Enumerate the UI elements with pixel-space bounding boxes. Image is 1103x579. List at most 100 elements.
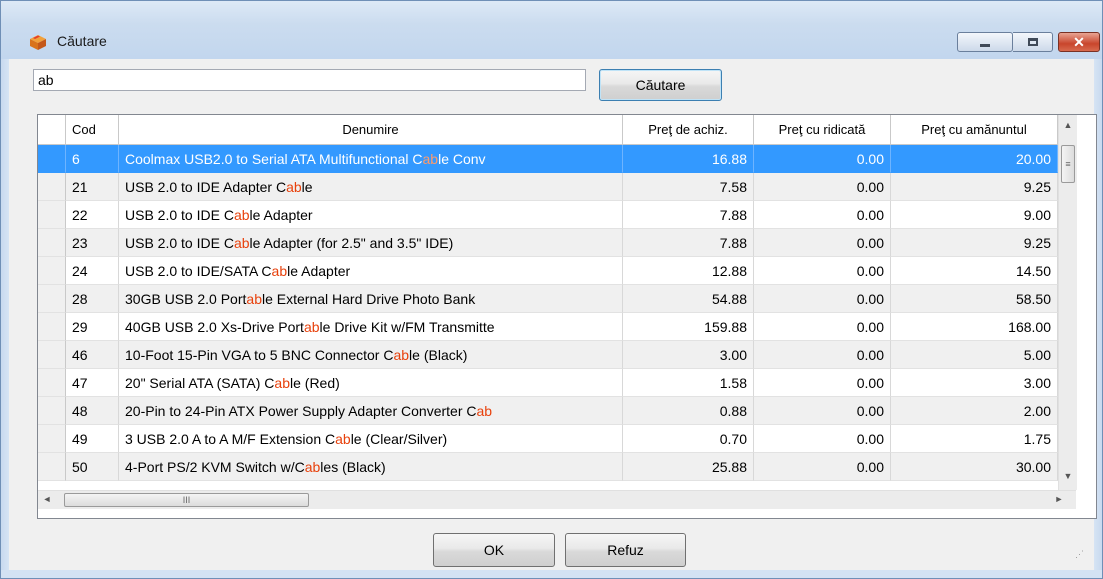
cell-pret-achizitie: 0.70 — [623, 425, 754, 453]
row-indicator[interactable] — [38, 201, 66, 229]
ok-button[interactable]: OK — [433, 533, 555, 567]
table-row[interactable]: 22 USB 2.0 to IDE Cable Adapter 7.88 0.00 9.… — [38, 201, 1058, 229]
name-segment: le — [301, 179, 313, 195]
cell-pret-achizitie: 54.88 — [623, 285, 754, 313]
maximize-button[interactable] — [1013, 32, 1053, 52]
table-row[interactable]: 29 40GB USB 2.0 Xs-Drive Portable Drive K… — [38, 313, 1058, 341]
search-input[interactable] — [33, 69, 586, 91]
horizontal-scrollbar[interactable]: ◄ III ► — [38, 490, 1076, 509]
row-indicator[interactable] — [38, 369, 66, 397]
vertical-scrollbar[interactable]: ▲ ≡ ▼ — [1058, 115, 1077, 490]
table-row[interactable]: 49 3 USB 2.0 A to A M/F Extension Cable (… — [38, 425, 1058, 453]
column-header-denumire[interactable]: Denumire — [119, 115, 623, 144]
scroll-grip-icon: ≡ — [1065, 159, 1071, 169]
cell-denumire: USB 2.0 to IDE Adapter Cable — [119, 173, 623, 201]
scroll-left-icon[interactable]: ◄ — [40, 494, 54, 504]
cell-pret-amanunt: 1.75 — [891, 425, 1058, 453]
name-segment: le (Clear/Silver) — [350, 431, 448, 447]
window-title: Căutare — [57, 33, 107, 49]
cell-denumire: 4-Port PS/2 KVM Switch w/Cables (Black) — [119, 453, 623, 481]
match-highlight: ab — [393, 347, 410, 363]
table-row[interactable]: 47 20" Serial ATA (SATA) Cable (Red) 1.58 0… — [38, 369, 1058, 397]
search-button[interactable]: Căutare — [599, 69, 722, 101]
row-indicator[interactable] — [38, 341, 66, 369]
cell-pret-achizitie: 1.58 — [623, 369, 754, 397]
column-header-pret-achizitie[interactable]: Preţ de achiz. — [623, 115, 754, 144]
name-segment: le Drive Kit w/FM Transmitte — [319, 319, 495, 335]
row-indicator[interactable] — [38, 285, 66, 313]
column-header-pret-ridicata[interactable]: Preţ cu ridicată — [754, 115, 891, 144]
minimize-button[interactable] — [957, 32, 1013, 52]
row-indicator[interactable] — [38, 257, 66, 285]
name-segment: les (Black) — [320, 459, 386, 475]
cell-denumire: USB 2.0 to IDE Cable Adapter (for 2.5" a… — [119, 229, 623, 257]
cell-denumire: 20-Pin to 24-Pin ATX Power Supply Adapte… — [119, 397, 623, 425]
close-button[interactable]: ✕ — [1058, 32, 1100, 52]
match-highlight: ab — [335, 431, 351, 447]
cell-pret-ridicata: 0.00 — [754, 257, 891, 285]
name-segment: le Adapter — [287, 263, 351, 279]
name-segment: 4-Port PS/2 KVM Switch w/C — [125, 459, 305, 475]
cell-cod: 50 — [66, 453, 119, 481]
scroll-up-icon[interactable]: ▲ — [1059, 120, 1077, 130]
cell-cod: 28 — [66, 285, 119, 313]
table-row[interactable]: 21 USB 2.0 to IDE Adapter Cable 7.58 0.00 9.… — [38, 173, 1058, 201]
cell-pret-ridicata: 0.00 — [754, 145, 891, 173]
window-frame-left — [1, 59, 9, 578]
name-segment: 20-Pin to 24-Pin ATX Power Supply Adapte… — [125, 403, 477, 419]
horizontal-scroll-thumb[interactable]: III — [64, 493, 309, 507]
row-indicator[interactable] — [38, 397, 66, 425]
table-row[interactable]: 46 10-Foot 15-Pin VGA to 5 BNC Connector … — [38, 341, 1058, 369]
cell-pret-achizitie: 3.00 — [623, 341, 754, 369]
vertical-scroll-thumb[interactable]: ≡ — [1061, 145, 1075, 183]
cell-pret-amanunt: 5.00 — [891, 341, 1058, 369]
cancel-button[interactable]: Refuz — [565, 533, 686, 567]
column-header-pret-amanunt[interactable]: Preţ cu amănuntul — [891, 115, 1058, 144]
row-indicator[interactable] — [38, 229, 66, 257]
cell-cod: 23 — [66, 229, 119, 257]
row-indicator[interactable] — [38, 425, 66, 453]
scroll-down-icon[interactable]: ▼ — [1059, 471, 1077, 481]
cell-denumire: 10-Foot 15-Pin VGA to 5 BNC Connector Ca… — [119, 341, 623, 369]
table-row[interactable]: 24 USB 2.0 to IDE/SATA Cable Adapter 12.88… — [38, 257, 1058, 285]
table-row[interactable]: 23 USB 2.0 to IDE Cable Adapter (for 2.5"… — [38, 229, 1058, 257]
cell-pret-ridicata: 0.00 — [754, 341, 891, 369]
cell-cod: 21 — [66, 173, 119, 201]
cell-pret-ridicata: 0.00 — [754, 313, 891, 341]
cell-pret-ridicata: 0.00 — [754, 285, 891, 313]
match-highlight: ab — [271, 263, 288, 279]
table-row[interactable]: 6 Coolmax USB2.0 to Serial ATA Multifunct… — [38, 145, 1058, 173]
column-header-cod[interactable]: Cod — [66, 115, 119, 144]
name-segment: USB 2.0 to IDE C — [125, 207, 234, 223]
match-highlight: ab — [422, 151, 439, 167]
row-indicator[interactable] — [38, 173, 66, 201]
title-bar[interactable] — [1, 1, 1102, 59]
cell-pret-ridicata: 0.00 — [754, 425, 891, 453]
row-indicator[interactable] — [38, 313, 66, 341]
minimize-icon — [980, 43, 990, 47]
resize-grip-icon[interactable]: ⋰ — [1075, 549, 1084, 560]
table-row[interactable]: 48 20-Pin to 24-Pin ATX Power Supply Adap… — [38, 397, 1058, 425]
cell-cod: 29 — [66, 313, 119, 341]
cell-pret-amanunt: 30.00 — [891, 453, 1058, 481]
table-row[interactable]: 50 4-Port PS/2 KVM Switch w/Cables (Black… — [38, 453, 1058, 481]
cell-pret-amanunt: 168.00 — [891, 313, 1058, 341]
name-segment: USB 2.0 to IDE Adapter C — [125, 179, 287, 195]
name-segment: le (Black) — [409, 347, 468, 363]
cell-cod: 47 — [66, 369, 119, 397]
row-indicator[interactable] — [38, 453, 66, 481]
cell-cod: 46 — [66, 341, 119, 369]
name-segment: 3 USB 2.0 A to A M/F Extension C — [125, 431, 336, 447]
search-dialog: Căutare ✕ Căutare Cod Denumire Preţ de a… — [0, 0, 1103, 579]
cell-denumire: 20" Serial ATA (SATA) Cable (Red) — [119, 369, 623, 397]
name-segment: le External Hard Drive Photo Bank — [261, 291, 476, 307]
cell-cod: 49 — [66, 425, 119, 453]
cell-cod: 48 — [66, 397, 119, 425]
match-highlight: ab — [274, 375, 290, 391]
name-segment: USB 2.0 to IDE C — [125, 235, 234, 251]
table-row[interactable]: 28 30GB USB 2.0 Portable External Hard Dr… — [38, 285, 1058, 313]
row-indicator[interactable] — [38, 145, 66, 173]
cell-pret-amanunt: 58.50 — [891, 285, 1058, 313]
scroll-right-icon[interactable]: ► — [1052, 494, 1066, 504]
cell-pret-achizitie: 159.88 — [623, 313, 754, 341]
